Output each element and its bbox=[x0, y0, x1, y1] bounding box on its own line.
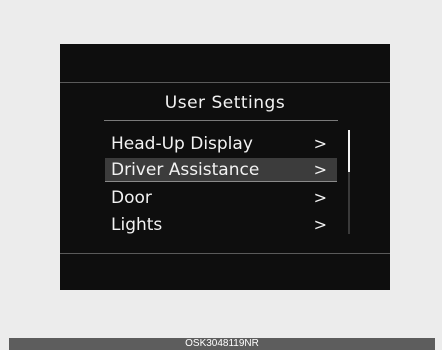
menu-item-label: Door bbox=[111, 188, 152, 208]
menu-item-label: Head-Up Display bbox=[111, 134, 253, 154]
image-code-caption: OSK3048119NR bbox=[9, 338, 435, 350]
menu-item-lights[interactable]: Lights > bbox=[105, 213, 337, 237]
menu-item-driver-assistance[interactable]: Driver Assistance > bbox=[105, 158, 337, 182]
menu-title: User Settings bbox=[164, 93, 286, 113]
menu-item-door[interactable]: Door > bbox=[105, 186, 337, 210]
cluster-display: User Settings Head-Up Display > Driver A… bbox=[60, 44, 390, 290]
chevron-right-icon: > bbox=[313, 215, 327, 234]
menu-item-label: Driver Assistance bbox=[111, 160, 260, 180]
menu-item-head-up-display[interactable]: Head-Up Display > bbox=[105, 132, 337, 156]
chevron-right-icon: > bbox=[313, 134, 327, 153]
chevron-right-icon: > bbox=[313, 160, 327, 179]
menu-item-label: Lights bbox=[111, 215, 163, 235]
chevron-right-icon: > bbox=[313, 188, 327, 207]
scrollbar-thumb[interactable] bbox=[348, 130, 350, 172]
top-divider bbox=[60, 82, 390, 83]
title-underline bbox=[104, 120, 338, 121]
bottom-divider bbox=[60, 253, 390, 254]
